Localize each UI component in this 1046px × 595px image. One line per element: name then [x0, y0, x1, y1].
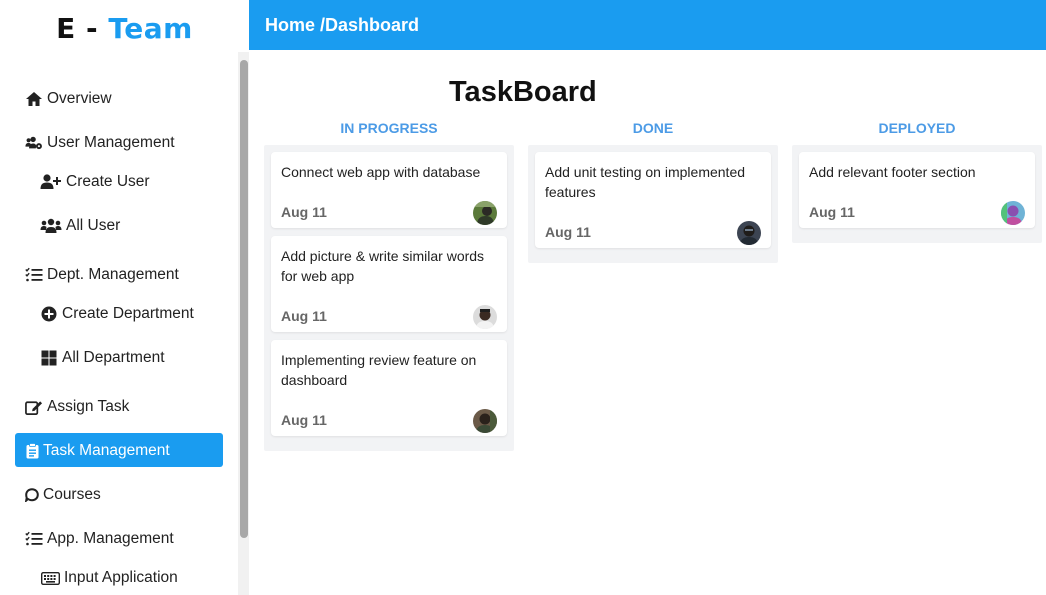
task-card[interactable]: Implementing review feature on dashboard…	[271, 340, 507, 436]
grid-icon	[40, 349, 58, 367]
task-card[interactable]: Add relevant footer section Aug 11	[799, 152, 1035, 228]
column-done: Add unit testing on implemented features…	[528, 145, 778, 263]
sidebar-item-label: Overview	[47, 90, 112, 107]
task-card[interactable]: Add picture & write similar words for we…	[271, 236, 507, 332]
page-title: TaskBoard	[449, 76, 597, 108]
task-card-date: Aug 11	[281, 308, 327, 324]
column-title-done: DONE	[632, 120, 674, 136]
top-header: Home /Dashboard	[249, 0, 1046, 50]
sidebar-item-label: All User	[66, 217, 121, 234]
task-card-date: Aug 11	[281, 412, 327, 428]
sidebar-item-label: App. Management	[47, 530, 174, 547]
sidebar-item-label: Task Management	[43, 442, 170, 459]
sidebar-item-label: Assign Task	[47, 398, 130, 415]
avatar[interactable]	[473, 305, 497, 329]
brand-part-2: Team	[108, 12, 193, 45]
task-card-title: Add relevant footer section	[809, 164, 976, 180]
avatar[interactable]	[473, 201, 497, 225]
task-card-title: Implementing review feature on dashboard	[281, 352, 477, 388]
sidebar-item-overview[interactable]: Overview	[25, 87, 112, 111]
sidebar-item-courses[interactable]: Courses	[25, 483, 101, 507]
clipboard-icon	[25, 442, 39, 460]
edit-icon	[25, 398, 43, 416]
sidebar-item-create-user[interactable]: Create User	[40, 170, 150, 194]
sidebar-item-all-user[interactable]: All User	[40, 214, 120, 238]
task-card-date: Aug 11	[809, 204, 855, 220]
user-plus-icon	[40, 173, 62, 191]
task-card[interactable]: Connect web app with database Aug 11	[271, 152, 507, 228]
sidebar-item-label: Create User	[66, 173, 150, 190]
column-in-progress: Connect web app with database Aug 11 Add…	[264, 145, 514, 451]
task-card-date: Aug 11	[545, 224, 591, 240]
sidebar-item-user-management[interactable]: User Management	[25, 131, 175, 155]
task-card-title: Add unit testing on implemented features	[545, 164, 746, 200]
brand-logo[interactable]: E - Team	[0, 12, 249, 45]
sidebar-item-input-application[interactable]: Input Application	[40, 566, 178, 590]
sidebar-item-label: Create Department	[62, 305, 194, 322]
task-card[interactable]: Add unit testing on implemented features…	[535, 152, 771, 248]
sidebar-item-task-management[interactable]: Task Management	[25, 439, 170, 463]
sidebar-item-create-department[interactable]: Create Department	[40, 302, 194, 326]
sidebar-scrollbar-thumb[interactable]	[240, 60, 248, 538]
brand-part-1: E -	[56, 12, 109, 45]
sidebar-item-label: All Department	[62, 349, 165, 366]
sidebar: E - Team Overview User Management Create…	[0, 0, 249, 595]
task-card-title: Add picture & write similar words for we…	[281, 248, 485, 284]
sidebar-item-app-management[interactable]: App. Management	[25, 527, 174, 551]
breadcrumb: Home /Dashboard	[265, 15, 420, 35]
sidebar-item-dept-management[interactable]: Dept. Management	[25, 263, 179, 287]
sidebar-item-label: Courses	[43, 486, 101, 503]
avatar[interactable]	[737, 221, 761, 245]
column-title-in-progress: IN PROGRESS	[340, 120, 438, 136]
task-card-title: Connect web app with database	[281, 164, 481, 180]
list-check-icon	[25, 530, 43, 548]
avatar[interactable]	[1001, 201, 1025, 225]
avatar[interactable]	[473, 409, 497, 433]
sidebar-item-label: Input Application	[64, 569, 178, 586]
chat-bubble-icon	[25, 486, 39, 504]
sidebar-item-label: Dept. Management	[47, 266, 179, 283]
plus-circle-icon	[40, 305, 58, 323]
sidebar-item-label: User Management	[47, 134, 175, 151]
list-check-icon	[25, 266, 43, 284]
column-deployed: Add relevant footer section Aug 11	[792, 145, 1042, 243]
keyboard-icon	[40, 569, 60, 587]
users-cog-icon	[25, 134, 43, 152]
home-icon	[25, 90, 43, 108]
sidebar-item-assign-task[interactable]: Assign Task	[25, 395, 129, 419]
task-card-date: Aug 11	[281, 204, 327, 220]
users-icon	[40, 217, 62, 235]
column-title-deployed: DEPLOYED	[878, 120, 956, 136]
sidebar-item-all-department[interactable]: All Department	[40, 346, 165, 370]
